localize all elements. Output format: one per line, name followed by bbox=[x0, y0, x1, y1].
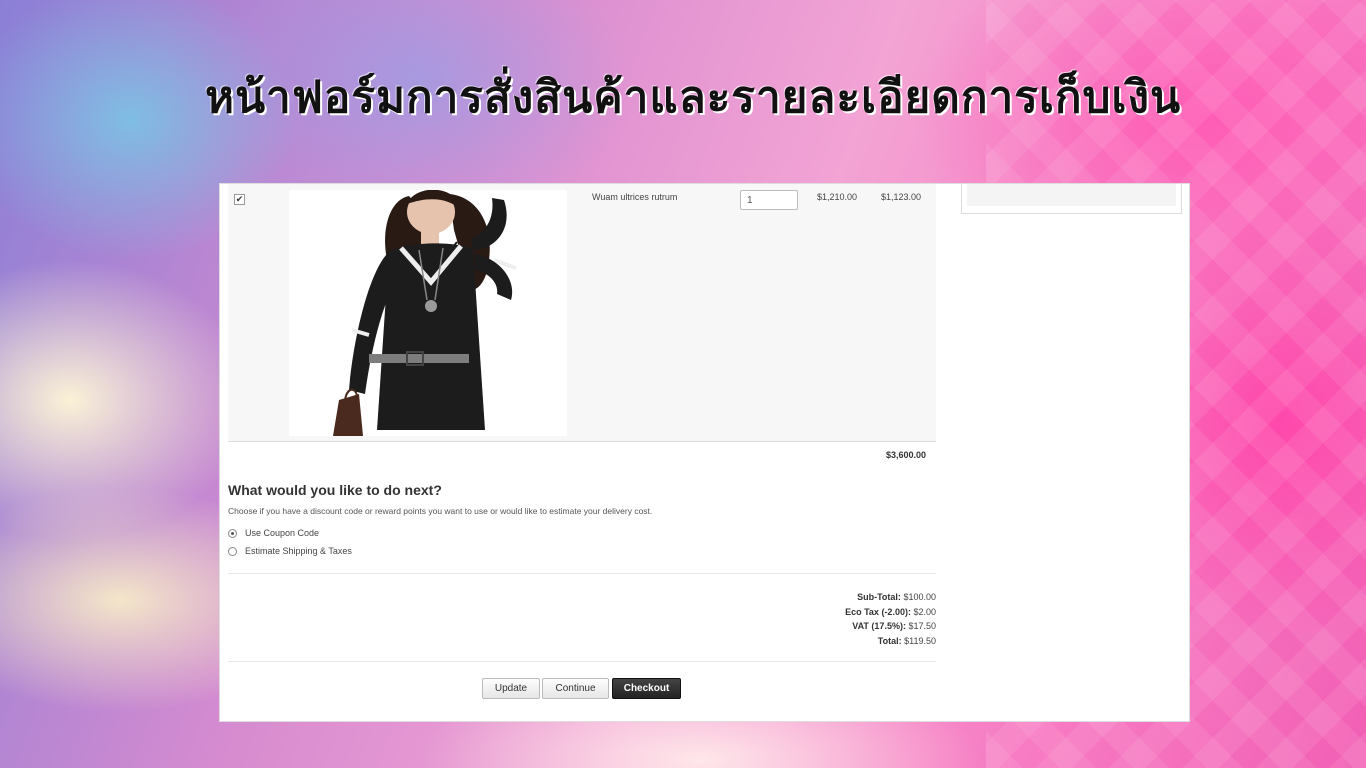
ecotax-value: $2.00 bbox=[913, 606, 936, 617]
continue-button[interactable]: Continue bbox=[542, 678, 609, 699]
subtotal-line: Sub-Total: $100.00 bbox=[720, 590, 936, 605]
checkout-button[interactable]: Checkout bbox=[612, 678, 681, 699]
option-label: Use Coupon Code bbox=[245, 528, 320, 538]
vat-label: VAT (17.5%): bbox=[852, 621, 906, 631]
page-title: หน้าฟอร์มการสั่งสินค้าและรายละเอียดการเก… bbox=[204, 72, 1182, 123]
unit-price: $1,210.00 bbox=[817, 192, 858, 202]
cart-grand-total: $3,600.00 bbox=[885, 450, 926, 460]
radio-button[interactable] bbox=[228, 546, 237, 556]
option-use-coupon[interactable]: Use Coupon Code bbox=[228, 528, 319, 538]
dress-photo bbox=[289, 190, 567, 436]
next-steps-heading: What would you like to do next? bbox=[228, 482, 442, 498]
total-line: Total: $119.50 bbox=[720, 634, 936, 649]
divider bbox=[228, 573, 936, 574]
total-value: $119.50 bbox=[904, 635, 936, 646]
cart-panel: ✔ Wuam ultrices rutrum 1 $1,210.00 $1,12… bbox=[219, 183, 1190, 722]
option-estimate-shipping[interactable]: Estimate Shipping & Taxes bbox=[228, 546, 352, 556]
ecotax-label: Eco Tax (-2.00): bbox=[845, 606, 911, 617]
item-total-price: $1,123.00 bbox=[881, 192, 922, 202]
quantity-input[interactable] bbox=[740, 190, 798, 210]
product-image bbox=[289, 190, 567, 436]
vat-value: $17.50 bbox=[908, 621, 936, 631]
subtotal-value: $100.00 bbox=[903, 592, 936, 602]
update-button[interactable]: Update bbox=[482, 678, 540, 699]
total-label: Total: bbox=[877, 635, 902, 646]
radio-button-selected[interactable] bbox=[228, 528, 237, 538]
subtotal-label: Sub-Total: bbox=[857, 592, 901, 602]
product-name[interactable]: Wuam ultrices rutrum bbox=[592, 192, 677, 202]
cart-item-row: ✔ Wuam ultrices rutrum 1 $1,210.00 $1,12… bbox=[228, 184, 936, 442]
divider bbox=[228, 661, 936, 662]
option-label: Estimate Shipping & Taxes bbox=[245, 546, 352, 556]
order-totals: Sub-Total: $100.00 Eco Tax (-2.00): $2.0… bbox=[720, 590, 936, 648]
sidebar-box bbox=[961, 184, 1182, 214]
ecotax-line: Eco Tax (-2.00): $2.00 bbox=[720, 605, 936, 620]
item-checkbox[interactable]: ✔ bbox=[234, 194, 245, 205]
sidebar-box-content bbox=[967, 184, 1176, 206]
vat-line: VAT (17.5%): $17.50 bbox=[720, 619, 936, 634]
next-steps-description: Choose if you have a discount code or re… bbox=[228, 506, 653, 516]
